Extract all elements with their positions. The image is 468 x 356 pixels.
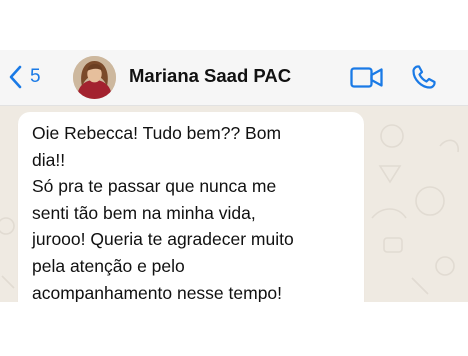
unread-count: 5 [30,66,41,87]
chevron-left-icon [8,65,22,89]
chat-screen: 5 Mariana Saad PAC Oie Rebecca! Tudo bem… [0,0,468,356]
video-call-button[interactable] [350,65,384,91]
contact-name[interactable]: Mariana Saad PAC [129,65,291,87]
chat-area[interactable]: Oie Rebecca! Tudo bem?? Bom dia!! Só pra… [0,106,468,302]
message-line: pela atenção e pelo [32,255,185,276]
message-text: Oie Rebecca! Tudo bem?? Bom dia!! Só pra… [32,120,358,302]
phone-icon [411,65,437,94]
message-bubble[interactable]: Oie Rebecca! Tudo bem?? Bom dia!! Só pra… [18,112,364,302]
message-line: Só pra te passar que nunca me [32,176,277,197]
chat-header: 5 Mariana Saad PAC [0,50,468,106]
avatar[interactable] [73,56,116,99]
message-line: senti tão bem na minha vida, [32,202,256,223]
video-camera-icon [350,67,384,95]
message-line: Oie Rebecca! Tudo bem?? Bom [32,123,282,143]
message-line: dia!! [32,149,66,170]
message-line: acompanhamento nesse tempo! [32,282,283,302]
voice-call-button[interactable] [411,64,437,90]
back-button[interactable]: 5 [8,62,41,92]
message-line: jurooo! Queria te agradecer muito [32,229,294,250]
